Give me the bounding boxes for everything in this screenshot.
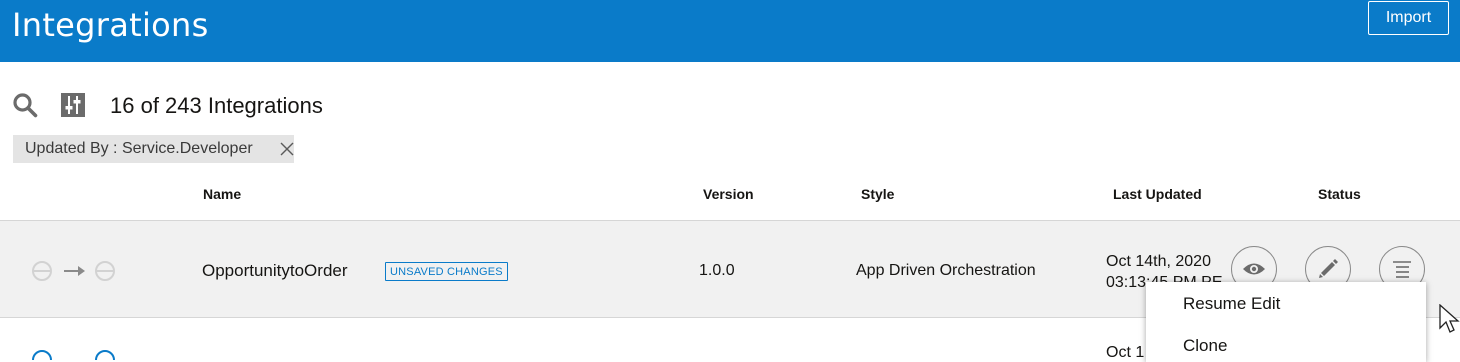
last-updated-date: Oct 14th, 2020 — [1106, 253, 1211, 270]
integration-pattern-icon — [32, 350, 115, 360]
column-header-status[interactable]: Status — [1318, 186, 1361, 202]
column-header-last-updated[interactable]: Last Updated — [1113, 186, 1202, 202]
actions-dropdown-menu: Resume Edit Clone — [1146, 282, 1426, 362]
integration-count: 16 of 243 Integrations — [110, 93, 323, 118]
column-header-version[interactable]: Version — [703, 186, 754, 202]
column-header-style[interactable]: Style — [861, 186, 894, 202]
edit-icon — [1319, 259, 1338, 278]
filter-chip-label: Updated By : Service.Developer — [25, 140, 253, 157]
filter-chip: Updated By : Service.Developer — [13, 135, 294, 163]
column-header-name[interactable]: Name — [203, 186, 241, 202]
menu-item-resume-edit[interactable]: Resume Edit — [1183, 294, 1280, 314]
page-title: Integrations — [12, 6, 209, 44]
menu-icon — [1393, 261, 1411, 278]
search-icon[interactable] — [12, 92, 38, 118]
last-updated-date: Oct 1 — [1106, 344, 1145, 361]
integration-style: App Driven Orchestration — [856, 262, 1036, 279]
page-header: Integrations Import — [0, 0, 1460, 62]
integration-name[interactable]: OpportunitytoOrder — [202, 261, 348, 281]
integration-pattern-icon — [32, 261, 115, 281]
view-icon — [1243, 263, 1265, 275]
import-button[interactable]: Import — [1368, 1, 1449, 35]
integration-version: 1.0.0 — [699, 262, 735, 279]
cursor-icon — [1439, 304, 1460, 333]
menu-item-clone[interactable]: Clone — [1183, 336, 1227, 356]
filter-icon[interactable] — [60, 92, 86, 118]
close-icon[interactable] — [278, 140, 296, 158]
unsaved-changes-badge: UNSAVED CHANGES — [385, 262, 508, 281]
